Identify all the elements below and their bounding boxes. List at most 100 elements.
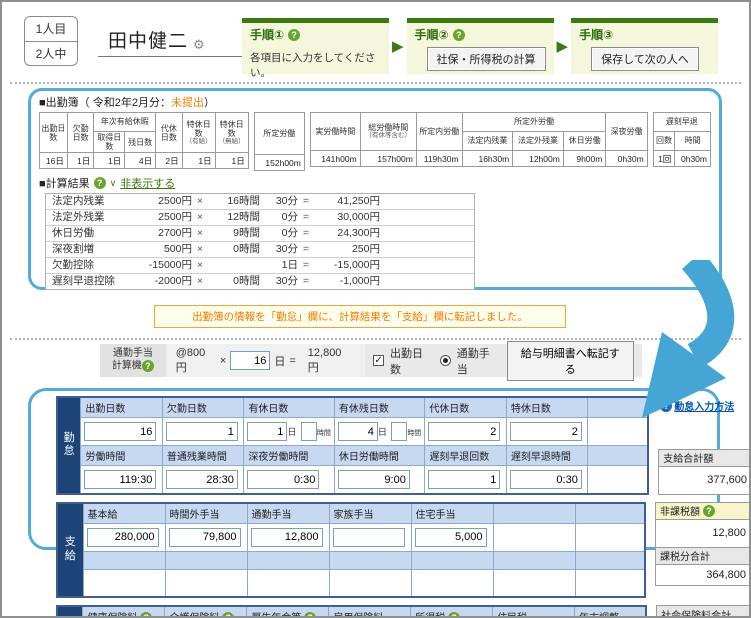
help-icon[interactable]: ? (140, 612, 152, 618)
att-value-cell: 16日 (40, 153, 68, 169)
nontaxable-value: 12,800 (655, 520, 751, 548)
column-header-empty (588, 446, 648, 466)
substitute-leave-input[interactable] (428, 422, 500, 441)
unit-label: 日 (287, 427, 296, 437)
calc-item-mins: 30分 (260, 242, 298, 257)
column-header-empty (83, 551, 165, 569)
att-header-cell: 残日数 (125, 132, 156, 153)
column-header: 年末調整 (575, 606, 647, 618)
commute-day-unit: 日 (274, 353, 285, 369)
radio-selected-icon[interactable] (440, 355, 451, 366)
calc-item-rate: 2700円 (134, 226, 192, 241)
step-2-topbar (407, 18, 554, 23)
paid-leave-hours-input[interactable] (301, 422, 317, 441)
empty-cell (247, 569, 329, 597)
commute-allowance-input[interactable] (251, 528, 323, 547)
att-value-cell: 119h30m (416, 151, 462, 167)
att-header-cell: 時間 (675, 132, 711, 151)
column-header: 時間外手当 (165, 503, 247, 524)
unit-label: 日 (378, 427, 387, 437)
column-header: 家族手当 (329, 503, 411, 524)
gear-icon[interactable]: ⚙ (193, 37, 205, 53)
night-hours-input[interactable] (247, 470, 319, 489)
column-header: 欠勤日数 (162, 397, 244, 418)
family-allowance-input[interactable] (333, 528, 405, 547)
calc-item-name: 法定外残業 (52, 210, 134, 225)
special-leave-input[interactable] (510, 422, 582, 441)
att-header-cell: 休日労働 (563, 132, 606, 151)
person-counter-current: 1人目 (25, 17, 77, 42)
help-icon[interactable]: ? (304, 612, 316, 618)
calc-item-hours: 12時間 (208, 210, 260, 225)
help-icon[interactable]: ? (94, 177, 106, 189)
empty-cell (588, 466, 648, 494)
step-2: 手順② ? 社保・所得税の計算 (407, 18, 554, 74)
commute-days-input[interactable] (230, 351, 270, 370)
step-3: 手順③ 保存して次の人へ (571, 18, 718, 74)
calc-item-hours: 0時間 (208, 242, 260, 257)
paid-leave-remaining-days-input[interactable] (338, 422, 378, 441)
base-salary-input[interactable] (87, 528, 159, 547)
attendance-days-input[interactable] (84, 422, 156, 441)
shikyu-row-label: 支給 (57, 503, 83, 598)
absence-days-input[interactable] (166, 422, 238, 441)
calc-item-name: 深夜割増 (52, 242, 134, 257)
input-cell (506, 466, 588, 494)
lateness-count-input[interactable] (428, 470, 500, 489)
empty-cell (575, 523, 645, 551)
nontaxable-header-label: 非課税額 (660, 503, 700, 518)
help-icon[interactable]: ? (448, 612, 460, 618)
column-header: 健康保険料 ? (83, 606, 165, 618)
calc-insurance-tax-button[interactable]: 社保・所得税の計算 (427, 47, 546, 71)
help-icon[interactable]: ? (222, 612, 234, 618)
kojo-block: 控除 健康保険料 ? 介護保険料 ? 厚生年金等 ? 雇用保険料 所得税 ? 住… (56, 605, 751, 618)
save-next-person-button[interactable]: 保存して次の人へ (591, 47, 699, 71)
column-header: 休日労働時間 (334, 446, 424, 466)
input-cell (83, 523, 165, 551)
att-value-cell: 12h00m (513, 151, 564, 167)
calc-item-rate: 2500円 (134, 194, 192, 209)
column-header-empty (165, 551, 247, 569)
housing-allowance-input[interactable] (415, 528, 487, 547)
attendance-table-lateness: 遅刻早退 回数 時間 1回 0h30m (653, 112, 711, 167)
calc-item-rate: 2500円 (134, 210, 192, 225)
att-value-cell: 16h30m (462, 151, 513, 167)
step-1-desc: 各項目に入力をしてください。 (250, 50, 381, 80)
att-value-cell: 0h30m (675, 151, 711, 167)
help-icon[interactable]: ? (453, 29, 465, 41)
taxable-total-header: 課税分合計 (655, 548, 751, 565)
calc-item-hours: 0時間 (208, 274, 260, 289)
calc-item-amount: -15,000円 (314, 258, 380, 273)
help-icon[interactable]: ? (703, 505, 715, 517)
column-header: 所得税 ? (411, 606, 493, 618)
overtime-allowance-input[interactable] (169, 528, 241, 547)
paid-leave-days-input[interactable] (247, 422, 287, 441)
calc-item-amount: 30,000円 (314, 210, 380, 225)
input-cell (411, 523, 493, 551)
commute-result: 12,800 円 (308, 347, 355, 375)
att-value-cell: 1日 (67, 153, 94, 169)
column-header: 有休残日数 (334, 397, 424, 418)
big-arrow-down-icon (614, 260, 742, 428)
help-icon[interactable]: ? (142, 360, 154, 372)
commute-radio-label: 通勤手当 (457, 345, 501, 377)
att-value-cell: 157h00m (360, 151, 416, 167)
holiday-hours-input[interactable] (338, 470, 410, 489)
hide-results-link[interactable]: 非表示する (120, 175, 175, 191)
empty-cell (329, 569, 411, 597)
att-header-cell: 出勤日数 (40, 113, 68, 153)
attendance-period-close: ） (204, 97, 215, 109)
step-1-title: 手順① (250, 26, 284, 43)
calc-item-hours: 9時間 (208, 226, 260, 241)
kintai-table: 勤怠 出勤日数 欠勤日数 有休日数 有休残日数 代休日数 特休日数 日 時間 日… (56, 396, 649, 495)
lateness-hours-input[interactable] (510, 470, 582, 489)
paid-leave-remaining-hours-input[interactable] (391, 422, 407, 441)
work-hours-input[interactable] (84, 470, 156, 489)
att-header-cell: 特休日数（無給） (215, 113, 248, 153)
column-header: 代休日数 (425, 397, 507, 418)
att-header-cell: 総労働時間（有休等含む） (360, 113, 416, 151)
checkbox-checked-icon[interactable]: ✓ (373, 355, 384, 366)
help-icon[interactable]: ? (288, 29, 300, 41)
unit-label: 時間 (407, 430, 421, 437)
overtime-hours-input[interactable] (166, 470, 238, 489)
